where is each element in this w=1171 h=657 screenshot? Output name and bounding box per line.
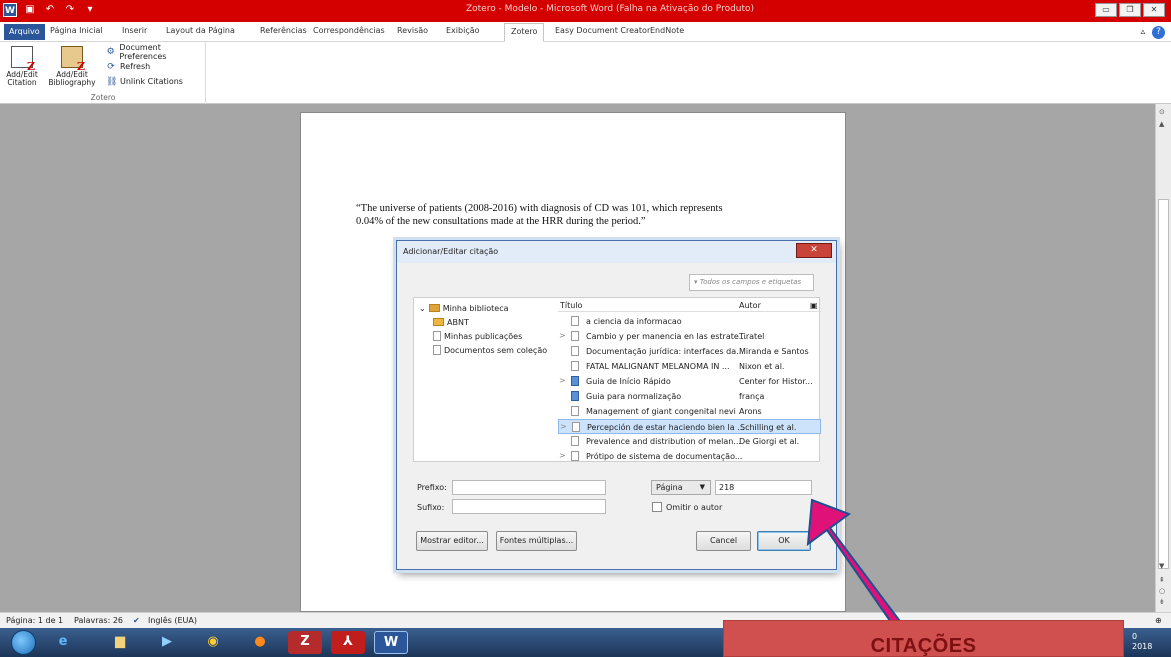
arrow-shape — [806, 498, 922, 640]
banner-text: CITAÇÕES — [870, 635, 977, 657]
annotation-arrow — [806, 498, 922, 640]
citacoes-banner: CITAÇÕES — [723, 620, 1124, 657]
